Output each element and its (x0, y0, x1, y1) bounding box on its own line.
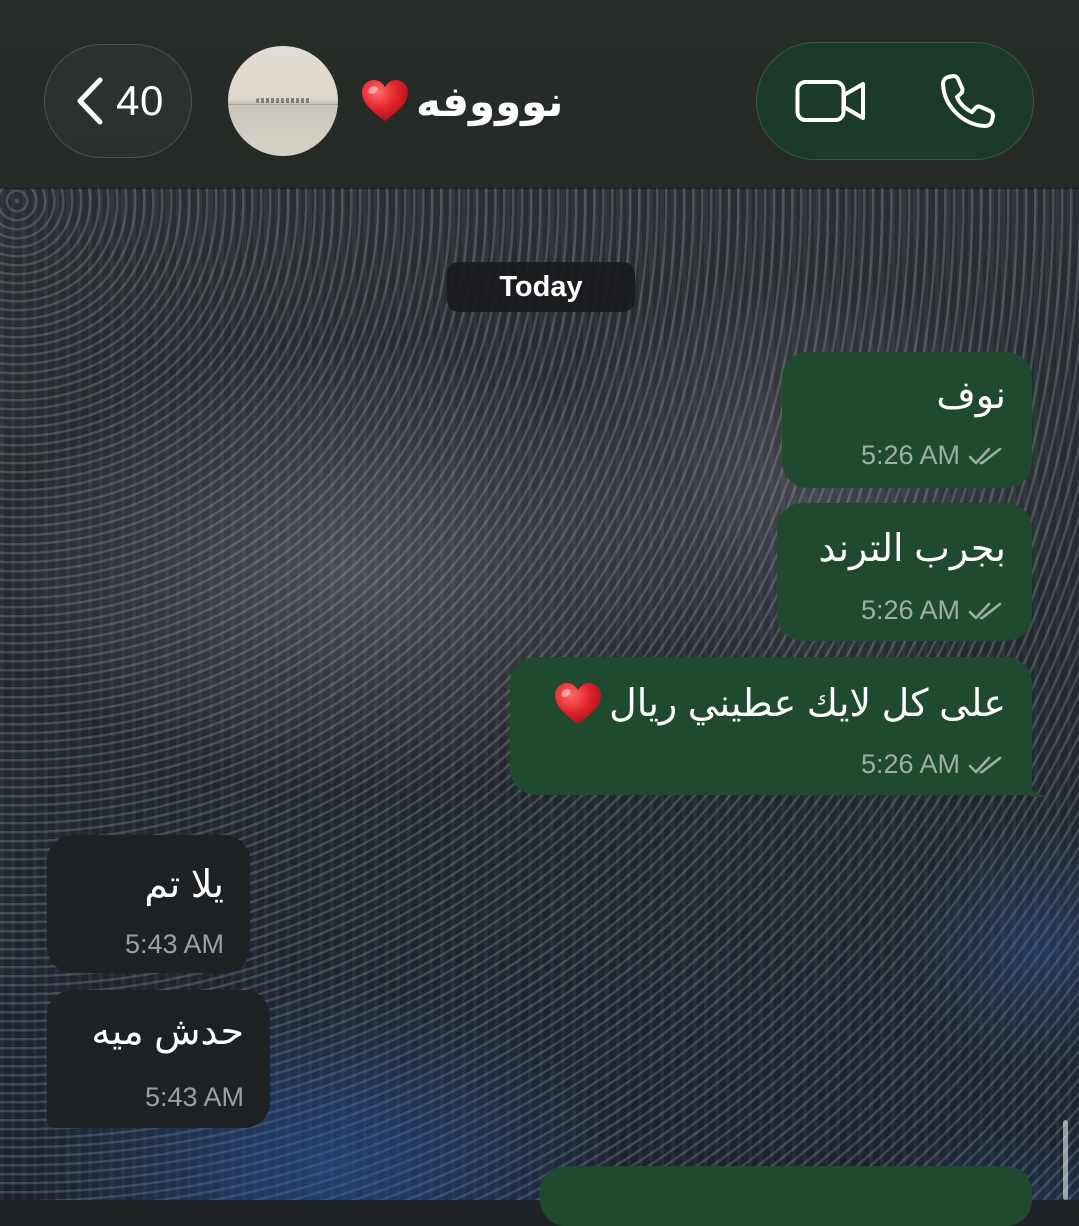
message-text: نوف (936, 375, 1006, 417)
back-button[interactable]: 40 (44, 44, 192, 158)
outgoing-message[interactable]: على كل لايك عطيني ريال 5:26 AM (510, 657, 1032, 795)
chevron-left-icon (77, 77, 103, 125)
double-check-icon (968, 756, 1002, 773)
scrollbar[interactable] (1063, 1120, 1068, 1200)
phone-icon[interactable] (939, 72, 997, 130)
double-check-icon (968, 447, 1002, 464)
red-heart-icon (555, 683, 602, 724)
day-separator: Today (447, 262, 635, 312)
chat-header: 40 نوووفه (0, 0, 1079, 188)
message-meta: 5:26 AM (861, 440, 1004, 471)
message-time: 5:26 AM (860, 440, 960, 470)
unread-count: 40 (116, 77, 164, 124)
message-text: حدش ميه (91, 1011, 244, 1053)
message-text: بجرب الترند (818, 528, 1007, 570)
incoming-message[interactable]: حدش ميه 5:43 AM (47, 990, 270, 1128)
red-heart-icon (362, 80, 408, 121)
message-time: 5:26 AM (860, 595, 960, 625)
message-text: على كل لايك عطيني ريال (553, 681, 1006, 727)
outgoing-message[interactable]: نوف 5:26 AM (782, 352, 1032, 488)
outgoing-message[interactable]: بجرب الترند 5:26 AM (777, 503, 1032, 641)
message-meta: 5:26 AM (861, 595, 1004, 626)
message-text: يلا تم (144, 864, 224, 906)
contact-name-text: نوووفه (416, 77, 564, 125)
message-time: 5:43 AM (144, 1082, 244, 1112)
call-actions (756, 42, 1034, 160)
incoming-message[interactable]: يلا تم 5:43 AM (47, 835, 250, 973)
message-meta: 5:43 AM (125, 929, 224, 960)
outgoing-message[interactable] (540, 1166, 1032, 1226)
video-camera-icon[interactable] (795, 78, 867, 124)
bubble-tail (1018, 770, 1050, 798)
contact-name[interactable]: نوووفه (360, 70, 563, 132)
avatar[interactable] (228, 46, 338, 156)
message-text-content: على كل لايك عطيني ريال (609, 683, 1006, 725)
message-time: 5:26 AM (860, 749, 960, 779)
message-meta: 5:43 AM (145, 1082, 244, 1113)
double-check-icon (968, 602, 1002, 619)
message-meta: 5:26 AM (861, 749, 1004, 780)
message-time: 5:43 AM (124, 929, 224, 959)
